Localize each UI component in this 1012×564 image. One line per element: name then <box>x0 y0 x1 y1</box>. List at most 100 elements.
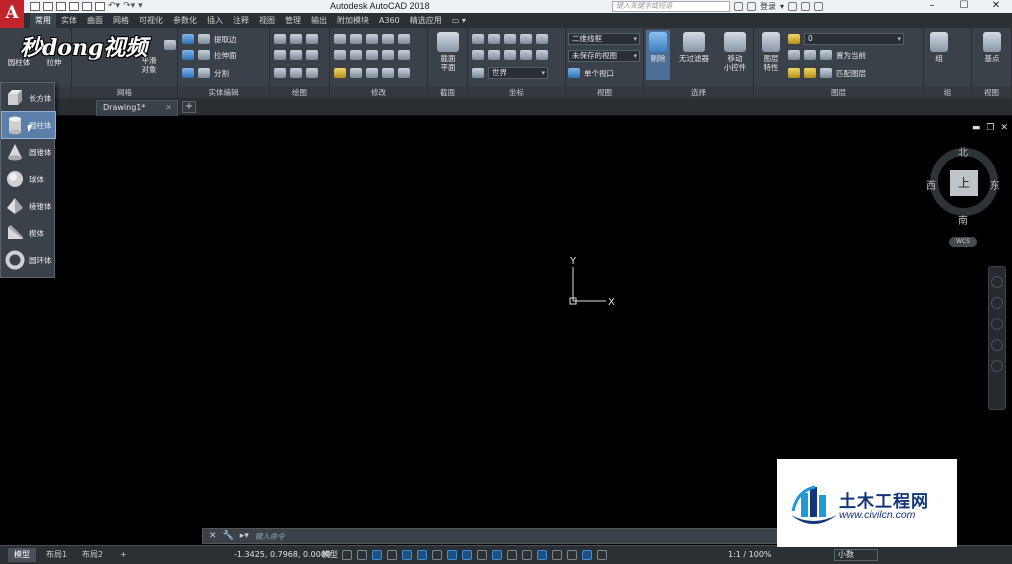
new-file-icon[interactable] <box>30 2 40 11</box>
dynamic-input-icon[interactable] <box>387 550 397 560</box>
split-label[interactable]: 分割 <box>214 68 229 79</box>
union-icon[interactable] <box>182 34 194 44</box>
menu-item-pyramid[interactable]: 棱锥体 <box>2 193 55 219</box>
units-select[interactable]: 小数 <box>834 549 878 561</box>
ucs-y-icon[interactable] <box>504 34 516 44</box>
compass-south[interactable]: 南 <box>958 212 968 227</box>
3d-osnap-icon[interactable] <box>522 550 532 560</box>
tab-output[interactable]: 输出 <box>306 13 332 28</box>
command-close-icon[interactable]: ✕ <box>209 531 217 541</box>
circle-icon[interactable] <box>306 50 318 60</box>
exchange-icon[interactable] <box>801 2 811 11</box>
command-customize-icon[interactable]: 🔧 <box>223 531 234 541</box>
visual-style-select[interactable]: 二维线框 <box>568 33 640 45</box>
move-gizmo-button[interactable]: 移动 小控件 <box>718 30 752 72</box>
zoom-icon[interactable] <box>991 318 1003 330</box>
close-tab-icon[interactable]: ✕ <box>165 101 172 115</box>
group-button[interactable]: 组 <box>928 30 950 63</box>
user-icon[interactable] <box>747 2 756 11</box>
erase-icon[interactable] <box>334 68 346 78</box>
print-icon[interactable] <box>95 2 105 11</box>
ucs-origin-icon[interactable] <box>472 50 484 60</box>
ucs-view-icon[interactable] <box>536 34 548 44</box>
arc-icon[interactable] <box>290 34 302 44</box>
compass-north[interactable]: 北 <box>958 144 968 159</box>
help-icon[interactable] <box>814 2 824 11</box>
open-file-icon[interactable] <box>43 2 53 11</box>
layer-freeze-icon[interactable] <box>820 50 832 60</box>
auto-scale-icon[interactable] <box>597 550 607 560</box>
mirror-icon[interactable] <box>350 50 362 60</box>
grid-icon[interactable] <box>342 550 352 560</box>
layer-lock-icon[interactable] <box>788 68 800 78</box>
panel-title-mesh[interactable]: 网格 <box>72 87 177 98</box>
add-layout-button[interactable]: + <box>114 548 133 562</box>
no-filter-button[interactable]: 无过滤器 <box>674 30 714 63</box>
panel-title-groups[interactable]: 组 <box>924 87 971 98</box>
panel-title-view-2[interactable]: 视图 <box>972 87 1011 98</box>
orbit-icon[interactable] <box>991 339 1003 351</box>
model-space-button[interactable]: 模型 <box>322 548 338 562</box>
annotation-scale[interactable]: 1:1 / 100% <box>728 548 772 562</box>
ucs-world-icon[interactable] <box>472 68 484 78</box>
polar-icon[interactable] <box>417 550 427 560</box>
cart-icon[interactable] <box>788 2 798 11</box>
new-tab-button[interactable]: + <box>182 101 196 113</box>
panel-title-draw[interactable]: 绘图 <box>270 87 329 98</box>
tab-insert[interactable]: 插入 <box>202 13 228 28</box>
layer-iso-icon[interactable] <box>788 50 800 60</box>
array-icon[interactable] <box>382 34 394 44</box>
tab-a360[interactable]: A360 <box>374 13 405 28</box>
showmotion-icon[interactable] <box>991 360 1003 372</box>
chevron-down-icon[interactable]: ▾ <box>780 2 784 11</box>
layer-properties-button[interactable]: 图层 特性 <box>758 30 784 72</box>
tab-drawing1[interactable]: Drawing1* ✕ <box>96 100 178 116</box>
coordinate-readout[interactable]: -1.3425, 0.7968, 0.0000 <box>234 548 331 562</box>
panel-title-layers[interactable]: 图层 <box>754 87 923 98</box>
isodraft-icon[interactable] <box>432 550 442 560</box>
vp-close-icon[interactable]: ✕ <box>1000 123 1008 133</box>
match-layer-label[interactable]: 匹配图层 <box>836 68 866 79</box>
login-link[interactable]: 登录 <box>760 1 776 12</box>
scale-icon[interactable] <box>366 50 378 60</box>
command-input[interactable]: 键入命令 <box>255 531 285 542</box>
layer-off-icon[interactable] <box>804 50 816 60</box>
selection-filter-icon[interactable] <box>552 550 562 560</box>
vp-restore-icon[interactable]: ❐ <box>986 123 994 133</box>
transparency-icon[interactable] <box>492 550 502 560</box>
trim-icon[interactable] <box>382 50 394 60</box>
cull-button[interactable]: 剔除 <box>646 30 670 80</box>
gizmo-toggle-icon[interactable] <box>567 550 577 560</box>
ortho-icon[interactable] <box>402 550 412 560</box>
join-icon[interactable] <box>398 68 410 78</box>
region-icon[interactable] <box>290 68 302 78</box>
maximize-button[interactable]: ☐ <box>948 0 980 13</box>
single-viewport-label[interactable]: 单个视口 <box>584 68 614 79</box>
layer-walk-icon[interactable] <box>820 68 832 78</box>
extrude-face-icon[interactable] <box>198 50 210 60</box>
subtract-icon[interactable] <box>182 50 194 60</box>
panel-title-selection[interactable]: 选择 <box>644 87 753 98</box>
annotation-visibility-icon[interactable] <box>582 550 592 560</box>
layer-unlock-icon[interactable] <box>804 68 816 78</box>
viewcube-top-face[interactable]: 上 <box>950 170 978 196</box>
explode-icon[interactable] <box>366 68 378 78</box>
ucs-z-icon[interactable] <box>520 34 532 44</box>
qat-menu-icon[interactable]: ▾ <box>138 2 143 11</box>
menu-item-cone[interactable]: 圆锥体 <box>2 139 55 165</box>
infer-constraints-icon[interactable] <box>372 550 382 560</box>
panel-title-modify[interactable]: 修改 <box>330 87 427 98</box>
menu-item-box[interactable]: 长方体 <box>2 85 55 111</box>
mesh-box-icon[interactable] <box>164 40 176 50</box>
offset-icon[interactable] <box>334 50 346 60</box>
tab-panel-toggle[interactable]: ▭ ▾ <box>447 13 471 28</box>
stretch-icon[interactable] <box>350 68 362 78</box>
fillet-icon[interactable] <box>366 34 378 44</box>
tab-addins[interactable]: 附加模块 <box>332 13 374 28</box>
make-current-label[interactable]: 置为当前 <box>836 50 866 61</box>
lineweight-icon[interactable] <box>477 550 487 560</box>
snap-icon[interactable] <box>357 550 367 560</box>
polyline-icon[interactable] <box>274 34 286 44</box>
binoculars-icon[interactable] <box>734 2 743 11</box>
selection-cycling-icon[interactable] <box>507 550 517 560</box>
